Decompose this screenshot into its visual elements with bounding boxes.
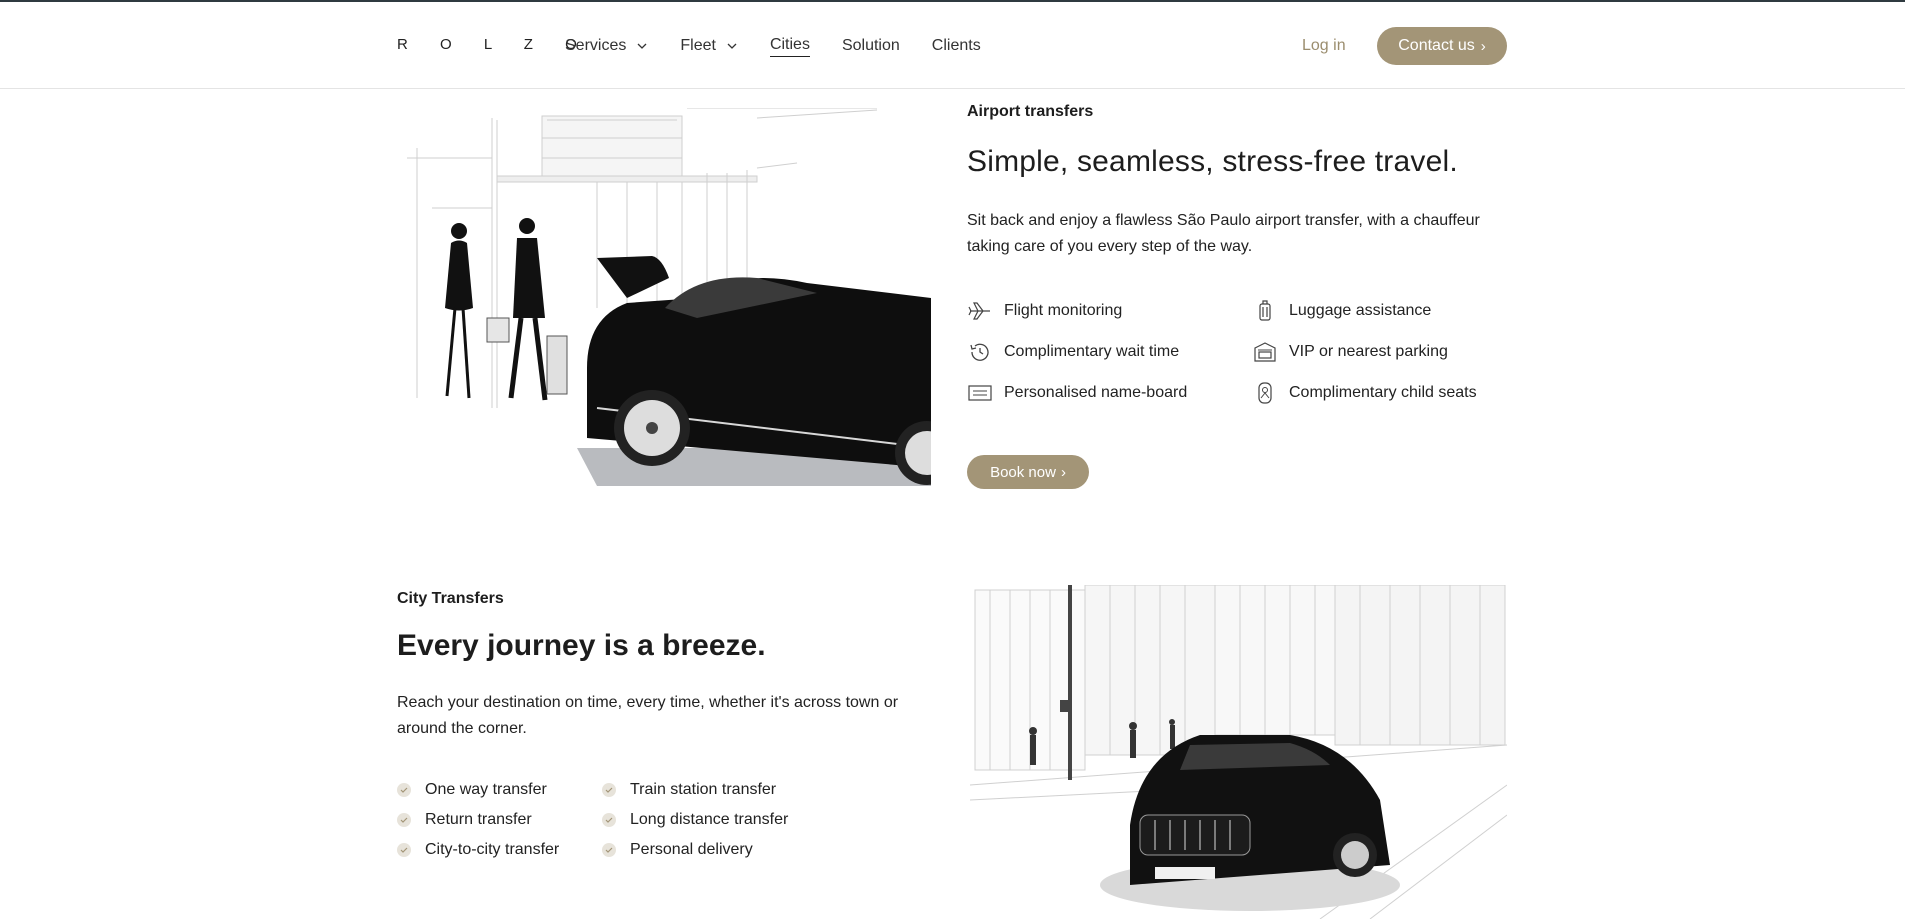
feature-label: Personalised name-board: [1004, 384, 1188, 401]
list-item-label: One way transfer: [425, 781, 547, 798]
feature-luggage: Luggage assistance: [1252, 298, 1431, 324]
feature-wait-time: Complimentary wait time: [967, 339, 1179, 365]
site-header: R O L Z O Services Fleet Cities Solution…: [0, 2, 1905, 89]
feature-label: Flight monitoring: [1004, 302, 1123, 319]
city-description: Reach your destination on time, every ti…: [397, 694, 899, 737]
nav-item-clients[interactable]: Clients: [932, 35, 981, 57]
luggage-icon: [1259, 300, 1271, 321]
feature-label: Complimentary child seats: [1289, 384, 1477, 401]
list-item: City-to-city transfer: [397, 841, 559, 859]
nav-item-fleet[interactable]: Fleet: [680, 35, 738, 57]
contact-label: Contact us: [1398, 37, 1475, 54]
nav-label: Fleet: [680, 37, 716, 54]
list-item: Train station transfer: [602, 781, 776, 799]
nav-label: Services: [565, 37, 627, 54]
nav-label: Clients: [931, 37, 981, 54]
login-link[interactable]: Log in: [1302, 37, 1346, 55]
feature-label: Complimentary wait time: [1004, 343, 1180, 360]
book-now-button[interactable]: Book now ›: [967, 455, 1089, 489]
list-item-label: City-to-city transfer: [425, 841, 560, 858]
list-item: One way transfer: [397, 781, 547, 799]
list-item-label: Long distance transfer: [630, 811, 789, 828]
main-nav: Services Fleet Cities Solution Clients: [565, 35, 1013, 57]
chevron-right-icon: ›: [1480, 37, 1486, 55]
chevron-down-icon: [727, 43, 737, 49]
feature-label: VIP or nearest parking: [1289, 343, 1448, 360]
child-seat-icon: [1258, 382, 1272, 404]
history-clock-icon: [970, 343, 989, 361]
city-transfer-illustration: [970, 585, 1507, 919]
airplane-icon: [968, 302, 990, 320]
check-icon: [397, 783, 411, 797]
garage-icon: [1254, 342, 1276, 362]
list-item: Personal delivery: [602, 841, 753, 859]
contact-us-button[interactable]: Contact us ›: [1377, 27, 1507, 65]
check-icon: [397, 813, 411, 827]
nav-item-cities[interactable]: Cities: [769, 35, 810, 57]
check-icon: [602, 813, 616, 827]
airport-description: Sit back and enjoy a flawless São Paulo …: [967, 212, 1480, 255]
list-item-label: Train station transfer: [630, 781, 777, 798]
list-item: Return transfer: [397, 811, 532, 829]
name-board-icon: [968, 385, 992, 401]
feature-child-seats: Complimentary child seats: [1252, 380, 1477, 406]
nav-label: Solution: [841, 37, 900, 54]
chevron-down-icon: [637, 43, 647, 49]
feature-parking: VIP or nearest parking: [1252, 339, 1448, 365]
nav-item-services[interactable]: Services: [565, 35, 648, 57]
book-label: Book now: [990, 463, 1056, 481]
nav-item-solution[interactable]: Solution: [842, 35, 900, 57]
city-title: Every journey is a breeze.: [397, 629, 766, 662]
list-item-label: Personal delivery: [630, 841, 753, 858]
city-eyebrow: City Transfers: [397, 590, 504, 607]
airport-eyebrow: Airport transfers: [967, 103, 1094, 120]
nav-label: Cities: [769, 36, 810, 57]
feature-label: Luggage assistance: [1289, 302, 1432, 319]
check-icon: [602, 843, 616, 857]
airport-transfer-illustration: [407, 108, 931, 486]
list-item-label: Return transfer: [425, 811, 532, 828]
feature-name-board: Personalised name-board: [967, 380, 1187, 406]
brand-logo[interactable]: R O L Z O: [397, 36, 591, 53]
chevron-right-icon: ›: [1060, 463, 1066, 481]
list-item: Long distance transfer: [602, 811, 788, 829]
feature-flight-monitoring: Flight monitoring: [967, 298, 1122, 324]
check-icon: [397, 843, 411, 857]
airport-title: Simple, seamless, stress-free travel.: [967, 145, 1458, 178]
check-icon: [602, 783, 616, 797]
